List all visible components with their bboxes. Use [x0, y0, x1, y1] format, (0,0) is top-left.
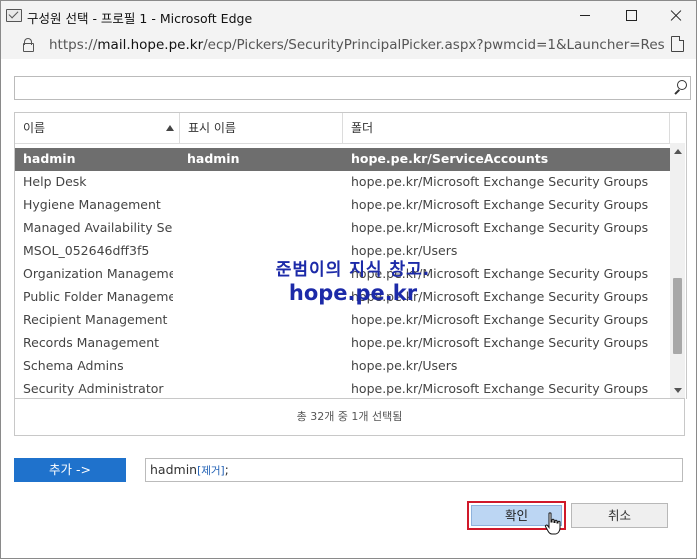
dialog-window: 구성원 선택 - 프로필 1 - Microsoft Edge https://…	[0, 0, 697, 559]
scroll-up-icon[interactable]	[674, 149, 682, 154]
table-row[interactable]: Hygiene Management hope.pe.kr/Microsoft …	[15, 194, 670, 217]
column-header-label: 표시 이름	[188, 121, 236, 135]
member-separator: ;	[224, 462, 229, 477]
table-row[interactable]: Managed Availability Ser... hope.pe.kr/M…	[15, 217, 670, 240]
column-header-name[interactable]: 이름	[15, 113, 180, 143]
column-header-label: 이름	[23, 121, 46, 135]
cell-name: Organization Management	[23, 266, 173, 281]
url-path: /ecp/Pickers/SecurityPrincipalPicker.asp…	[203, 37, 664, 53]
cell-folder: hope.pe.kr/Microsoft Exchange Security G…	[351, 335, 649, 350]
column-header-label: 폴더	[351, 121, 374, 135]
cell-name: Records Management	[23, 335, 160, 350]
cell-name: Security Administrator	[23, 381, 164, 396]
title-bar[interactable]: 구성원 선택 - 프로필 1 - Microsoft Edge	[1, 1, 696, 31]
sort-ascending-icon	[166, 125, 174, 131]
cell-folder: hope.pe.kr/Microsoft Exchange Security G…	[351, 220, 649, 235]
table-row[interactable]: Public Folder Management hope.pe.kr/Micr…	[15, 286, 670, 309]
url-host: mail.hope.pe.kr	[97, 37, 204, 53]
cell-name: hadmin	[23, 151, 76, 166]
table-row[interactable]: Recipient Management hope.pe.kr/Microsof…	[15, 309, 670, 332]
grid-rows: hadmin hadmin hope.pe.kr/ServiceAccounts…	[15, 148, 670, 401]
mouse-pointer-icon	[544, 512, 561, 535]
scrollbar-thumb[interactable]	[673, 278, 682, 354]
column-header-display-name[interactable]: 표시 이름	[180, 113, 343, 143]
cell-folder: hope.pe.kr/Microsoft Exchange Security G…	[351, 197, 649, 212]
cell-name: MSOL_052646dff3f5	[23, 243, 150, 258]
cell-folder: hope.pe.kr/Users	[351, 243, 458, 258]
column-header-folder[interactable]: 폴더	[343, 113, 670, 143]
address-bar: https://mail.hope.pe.kr/ecp/Pickers/Secu…	[1, 31, 696, 59]
lock-icon[interactable]	[23, 38, 34, 52]
cell-folder: hope.pe.kr/ServiceAccounts	[351, 151, 549, 166]
close-button[interactable]	[653, 1, 697, 31]
minimize-button[interactable]	[562, 1, 608, 31]
grid-header: 이름 표시 이름 폴더	[15, 113, 670, 144]
table-row[interactable]: MSOL_052646dff3f5 hope.pe.kr/Users	[15, 240, 670, 263]
cell-name: Schema Admins	[23, 358, 124, 373]
window-title: 구성원 선택 - 프로필 1 - Microsoft Edge	[27, 11, 253, 26]
cell-folder: hope.pe.kr/Microsoft Exchange Security G…	[351, 381, 649, 396]
table-row[interactable]: Schema Admins hope.pe.kr/Users	[15, 355, 670, 378]
cell-folder: hope.pe.kr/Microsoft Exchange Security G…	[351, 266, 649, 281]
members-grid: 이름 표시 이름 폴더 hadmin hadmin hope.pe.kr/Ser…	[14, 112, 687, 399]
cell-folder: hope.pe.kr/Microsoft Exchange Security G…	[351, 312, 649, 327]
cell-name: Managed Availability Ser...	[23, 220, 173, 235]
cell-folder: hope.pe.kr/Microsoft Exchange Security G…	[351, 289, 649, 304]
url-scheme: https://	[49, 37, 98, 53]
cell-folder: hope.pe.kr/Microsoft Exchange Security G…	[351, 174, 649, 189]
scroll-down-icon[interactable]	[674, 388, 682, 393]
reader-mode-icon[interactable]	[671, 36, 684, 52]
selected-member: hadmin	[150, 462, 198, 477]
add-button[interactable]: 추가 ->	[14, 458, 126, 482]
table-row[interactable]: Records Management hope.pe.kr/Microsoft …	[15, 332, 670, 355]
table-row[interactable]: hadmin hadmin hope.pe.kr/ServiceAccounts	[15, 148, 670, 171]
table-row[interactable]: Help Desk hope.pe.kr/Microsoft Exchange …	[15, 171, 670, 194]
maximize-icon	[626, 10, 637, 21]
mail-icon	[6, 9, 22, 22]
cancel-button[interactable]: 취소	[571, 503, 668, 528]
vertical-scrollbar[interactable]	[670, 143, 685, 399]
cell-name: Public Folder Management	[23, 289, 173, 304]
search-input[interactable]	[14, 76, 691, 100]
table-row[interactable]: Organization Management hope.pe.kr/Micro…	[15, 263, 670, 286]
maximize-button[interactable]	[608, 1, 654, 31]
minimize-icon	[580, 15, 590, 16]
remove-member-link[interactable]: [제거]	[197, 465, 225, 477]
url-text[interactable]: https://mail.hope.pe.kr/ecp/Pickers/Secu…	[49, 37, 664, 53]
cell-name: Recipient Management	[23, 312, 168, 327]
cell-display-name: hadmin	[187, 151, 240, 166]
selection-status: 총 32개 중 1개 선택됨	[14, 398, 685, 436]
cell-name: Hygiene Management	[23, 197, 161, 212]
selected-members-field[interactable]: hadmin[제거];	[145, 458, 683, 482]
cell-folder: hope.pe.kr/Users	[351, 358, 458, 373]
search-icon[interactable]	[674, 80, 688, 95]
cell-name: Help Desk	[23, 174, 87, 189]
